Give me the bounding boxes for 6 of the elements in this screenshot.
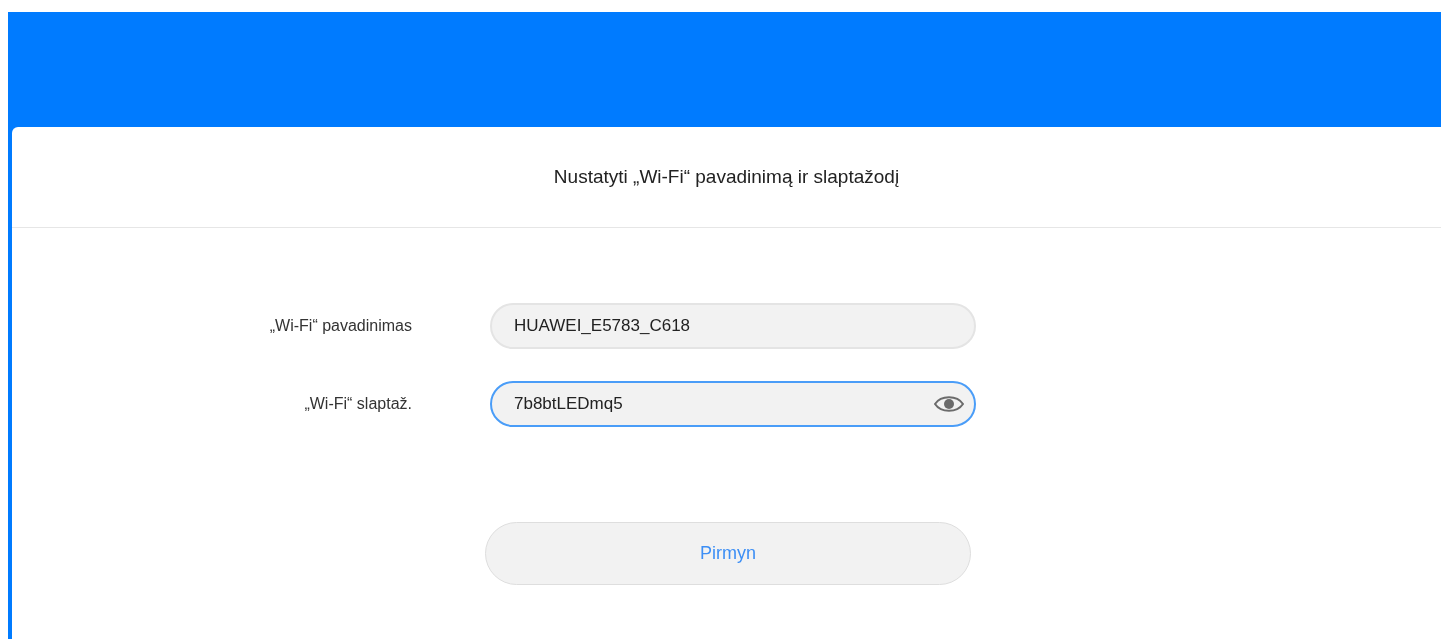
field-label: „Wi-Fi“ slaptaž.: [304, 394, 412, 414]
password-field[interactable]: 7b8btLEDmq5: [490, 381, 976, 427]
eye-icon[interactable]: [934, 395, 964, 413]
dialog-title: Nustatyti „Wi-Fi“ pavadinimą ir slaptažodį: [553, 164, 900, 189]
field-label: „Wi-Fi“ pavadinimas: [269, 316, 412, 336]
input-field[interactable]: HUAWEI_E5783_C618: [490, 303, 976, 349]
